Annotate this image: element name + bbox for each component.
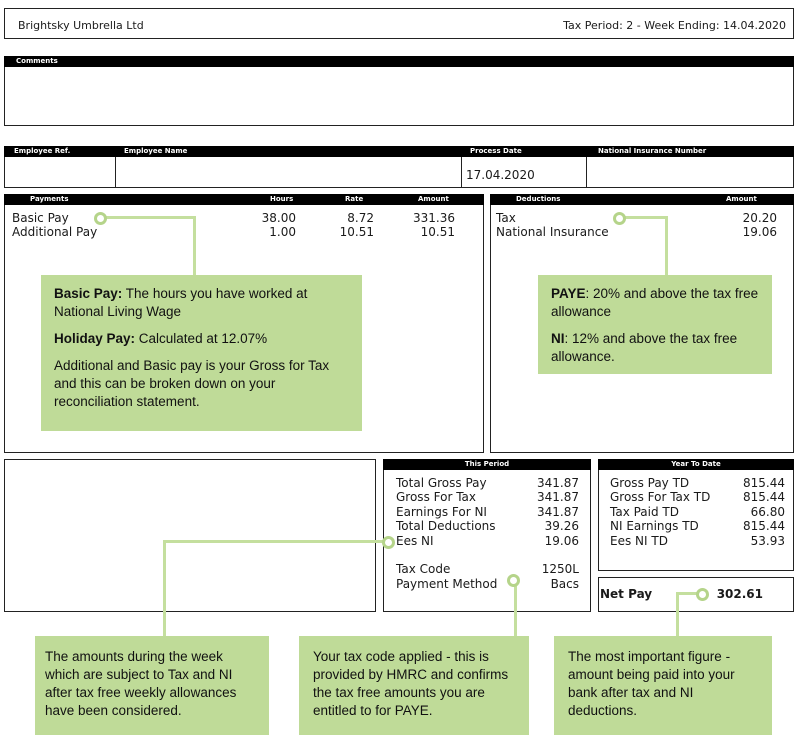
marker-dot [507,574,520,587]
this-period-label: Ees NI [396,534,434,548]
deduction-amount: 20.20 [742,211,777,225]
this-period-value: 19.06 [544,534,579,548]
connector-paye-h [622,216,668,219]
employee-ref-label: Employee Ref. [14,147,71,155]
employee-name-label: Employee Name [124,147,188,155]
deduction-label: National Insurance [496,225,609,239]
callout-net-pay-text: The most important figure - amount being… [568,649,735,718]
employee-divider-1 [115,157,116,188]
this-period-label: Total Deductions [396,519,496,533]
ytd-label: NI Earnings TD [610,519,699,533]
ytd-header: Year To Date [598,459,794,470]
blank-box [4,459,376,612]
net-pay-value: 302.61 [716,587,763,601]
comments-header: Comments [4,56,794,67]
connector-basic-pay-v [193,216,196,276]
callout-text: : 12% and above the tax free allowance. [551,331,738,364]
company-name: Brightsky Umbrella Ltd [18,19,144,32]
connector-paye-v [665,216,668,276]
amount-header: Amount [418,195,449,203]
this-period-label: Total Gross Pay [396,476,487,490]
tax-code-label: Tax Code [396,562,451,576]
callout-basic-pay-p1: Basic Pay: The hours you have worked at … [54,285,352,321]
connector-net-pay-v [676,592,679,638]
callout-basic-pay: Basic Pay: The hours you have worked at … [41,275,362,431]
process-date-value: 17.04.2020 [466,168,535,182]
deduction-label: Tax [496,211,516,225]
comments-label: Comments [16,57,58,65]
ytd-value: 815.44 [743,519,785,533]
callout-bold-text: Basic Pay: [54,286,123,301]
deduction-amount: 19.06 [742,225,777,239]
rate-header: Rate [345,195,364,203]
this-period-value: 341.87 [537,505,579,519]
deductions-amount-header: Amount [726,195,757,203]
payments-header [4,194,484,205]
ytd-value: 815.44 [743,476,785,490]
tax-code-value: 1250L [541,562,579,576]
this-period-label: Gross For Tax [396,490,476,504]
callout-paye: PAYE: 20% and above the tax free allowan… [538,275,772,374]
callout-basic-pay-p3: Additional and Basic pay is your Gross f… [54,358,330,409]
callout-text: Calculated at 12.07% [135,331,268,346]
ytd-value: 815.44 [743,490,785,504]
this-period-header: This Period [383,459,591,470]
this-period-label: Earnings For NI [396,505,487,519]
marker-dot [613,212,626,225]
employee-divider-3 [586,157,587,188]
this-period-value: 341.87 [537,490,579,504]
payment-label: Basic Pay [12,211,69,225]
payment-label: Additional Pay [12,225,98,239]
hours-header: Hours [270,195,294,203]
this-period-value: 39.26 [544,519,579,533]
this-period-value: 341.87 [537,476,579,490]
ytd-title: Year To Date [671,460,721,468]
callout-tax-code: Your tax code applied - this is provided… [299,636,529,735]
connector-basic-pay-h [102,216,196,219]
callout-paye-p2: NI: 12% and above the tax free allowance… [551,330,762,366]
payment-amount: 331.36 [413,211,455,225]
payments-title: Payments [30,195,69,203]
connector-amounts-v [163,540,166,638]
ytd-value: 53.93 [750,534,785,548]
marker-dot [696,588,709,601]
ytd-label: Gross Pay TD [610,476,690,490]
callout-bold-text: PAYE [551,286,586,301]
payment-rate: 8.72 [347,211,374,225]
marker-dot [382,536,395,549]
net-pay-label: Net Pay [600,587,653,601]
payment-hours: 38.00 [261,211,296,225]
callout-tax-code-text: Your tax code applied - this is provided… [313,649,509,718]
ytd-value: 66.80 [750,505,785,519]
this-period-title: This Period [464,460,510,468]
payment-hours: 1.00 [269,225,296,239]
ytd-label: Tax Paid TD [610,505,679,519]
process-date-label: Process Date [470,147,522,155]
callout-paye-p1: PAYE: 20% and above the tax free allowan… [551,285,762,321]
connector-amounts-h [163,540,390,543]
callout-bold-text: NI [551,331,565,346]
marker-dot [94,212,107,225]
payment-amount: 10.51 [420,225,455,239]
ytd-label: Gross For Tax TD [610,490,711,504]
callout-basic-pay-p2: Holiday Pay: Calculated at 12.07% [54,330,352,348]
callout-amounts-text: The amounts during the week which are su… [45,649,237,718]
payment-method-value: Bacs [550,577,579,591]
callout-amounts: The amounts during the week which are su… [35,636,269,735]
connector-tax-code-v [514,580,517,638]
payment-method-label: Payment Method [396,577,498,591]
tax-period: Tax Period: 2 - Week Ending: 14.04.2020 [563,19,786,32]
ytd-label: Ees NI TD [610,534,668,548]
payment-rate: 10.51 [339,225,374,239]
callout-net-pay: The most important figure - amount being… [554,636,772,735]
employee-divider-2 [461,157,462,188]
ni-number-label: National Insurance Number [598,147,707,155]
callout-bold-text: Holiday Pay: [54,331,136,346]
deductions-title: Deductions [516,195,561,203]
